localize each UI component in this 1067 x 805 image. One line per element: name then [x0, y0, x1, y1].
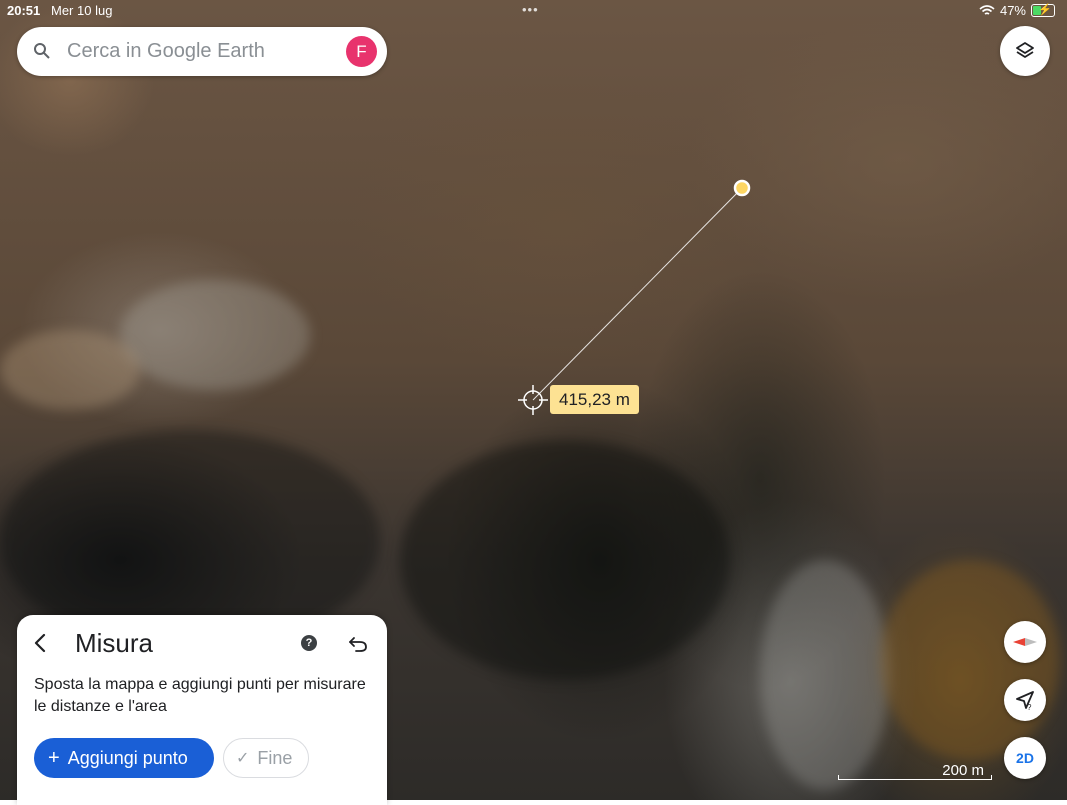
measure-point: [733, 179, 751, 197]
compass-button[interactable]: [1004, 621, 1046, 663]
scale-bar: 200 m: [838, 760, 992, 780]
status-time: 20:51: [7, 3, 41, 18]
add-point-label: Aggiungi punto: [67, 747, 188, 768]
charging-icon: ⚡: [1038, 4, 1052, 16]
search-icon: [34, 43, 50, 59]
status-bar: 20:51 Mer 10 lug ••• 47% ⚡: [0, 0, 1067, 22]
layers-icon: [1016, 42, 1034, 58]
back-arrow-icon[interactable]: [30, 632, 52, 654]
undo-icon[interactable]: [347, 632, 369, 654]
help-icon[interactable]: ?: [301, 635, 317, 651]
svg-text:?: ?: [1027, 703, 1032, 711]
add-point-button[interactable]: + Aggiungi punto: [34, 738, 214, 778]
distance-label: 415,23 m: [550, 385, 639, 414]
scale-line: [838, 775, 992, 780]
layers-button[interactable]: [1000, 26, 1050, 76]
multitasking-dots-icon[interactable]: •••: [522, 2, 539, 17]
compass-icon: [1013, 638, 1037, 646]
my-location-icon: ?: [1016, 691, 1034, 711]
panel-description: Sposta la mappa e aggiungi punti per mis…: [34, 676, 366, 715]
done-label: Fine: [257, 747, 293, 768]
panel-title: Misura: [75, 628, 154, 658]
avatar[interactable]: F: [346, 36, 377, 67]
search-input[interactable]: Cerca in Google Earth: [67, 40, 265, 63]
battery-icon: ⚡: [1031, 4, 1055, 17]
status-date: Mer 10 lug: [51, 3, 113, 18]
check-icon: ✓: [236, 750, 250, 767]
done-button[interactable]: ✓ Fine: [223, 738, 309, 778]
search-bar[interactable]: Cerca in Google Earth F: [17, 27, 387, 76]
wifi-icon: [979, 4, 995, 15]
status-right: 47% ⚡: [979, 3, 1055, 18]
battery-percentage: 47%: [999, 3, 1026, 18]
plus-icon: +: [48, 746, 60, 769]
view-mode-toggle[interactable]: 2D: [1004, 737, 1046, 779]
measure-panel: Misura ? Sposta la mappa e aggiungi punt…: [17, 615, 387, 805]
my-location-button[interactable]: ?: [1004, 679, 1046, 721]
measure-segment: [532, 187, 743, 401]
